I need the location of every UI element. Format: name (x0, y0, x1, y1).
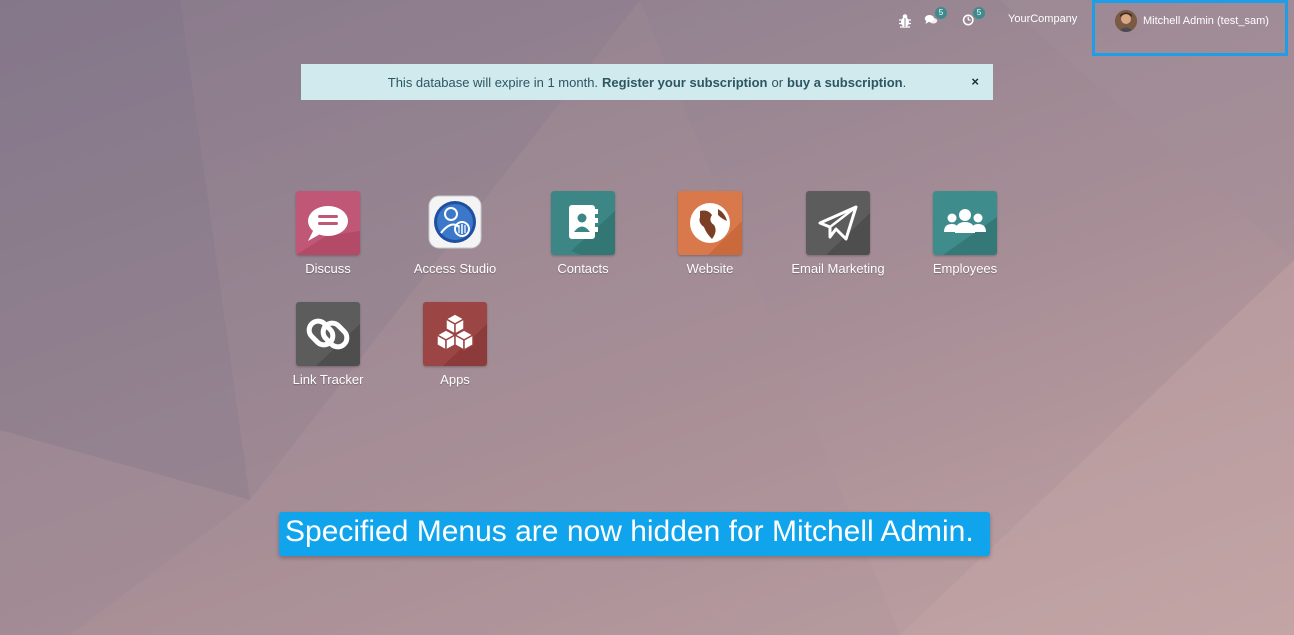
app-label: Email Marketing (791, 261, 885, 276)
company-switcher[interactable]: YourCompany (1008, 13, 1077, 25)
register-subscription-link[interactable]: Register your subscription (602, 75, 767, 90)
app-link-tracker[interactable]: Link Tracker (264, 302, 392, 387)
app-discuss[interactable]: Discuss (264, 191, 392, 276)
cubes-icon (423, 302, 487, 366)
app-apps[interactable]: Apps (391, 302, 519, 387)
alert-text: This database will expire in 1 month. (387, 74, 599, 90)
notification-banner: Specified Menus are now hidden for Mitch… (279, 512, 990, 556)
app-email-marketing[interactable]: Email Marketing (774, 191, 902, 276)
app-employees[interactable]: Employees (901, 191, 1029, 276)
chat-bubble-icon (296, 191, 360, 255)
alert-suffix: . (902, 74, 907, 90)
top-navbar: 5 5 YourCompany Mitchell Admin (test_sam… (0, 0, 1294, 56)
app-label: Apps (440, 372, 470, 387)
paper-plane-icon (806, 191, 870, 255)
activities-menu[interactable]: 5 (962, 7, 985, 30)
close-alert-button[interactable]: × (971, 74, 979, 89)
activities-count-badge: 5 (973, 7, 985, 19)
bug-icon (899, 14, 911, 28)
app-label: Discuss (305, 261, 351, 276)
debug-toggle[interactable] (896, 10, 914, 33)
app-contacts[interactable]: Contacts (519, 191, 647, 276)
app-access-studio[interactable]: Access Studio (391, 191, 519, 276)
app-website[interactable]: Website (646, 191, 774, 276)
app-label: Access Studio (413, 261, 497, 276)
app-label: Employees (932, 261, 998, 276)
user-menu[interactable]: Mitchell Admin (test_sam) (1092, 0, 1288, 56)
access-studio-icon (423, 191, 487, 255)
messages-menu[interactable]: 5 (924, 7, 947, 30)
alert-or-text: or (771, 74, 784, 90)
address-book-icon (551, 191, 615, 255)
user-avatar (1115, 10, 1137, 32)
link-icon (296, 302, 360, 366)
database-expiration-alert: This database will expire in 1 month. Re… (301, 64, 993, 100)
user-name: Mitchell Admin (test_sam) (1143, 15, 1269, 27)
app-label: Link Tracker (292, 372, 364, 387)
buy-subscription-link[interactable]: buy a subscription (787, 75, 903, 90)
globe-icon (678, 191, 742, 255)
app-label: Contacts (557, 261, 609, 276)
app-label: Website (686, 261, 734, 276)
messages-count-badge: 5 (935, 7, 947, 19)
users-icon (933, 191, 997, 255)
